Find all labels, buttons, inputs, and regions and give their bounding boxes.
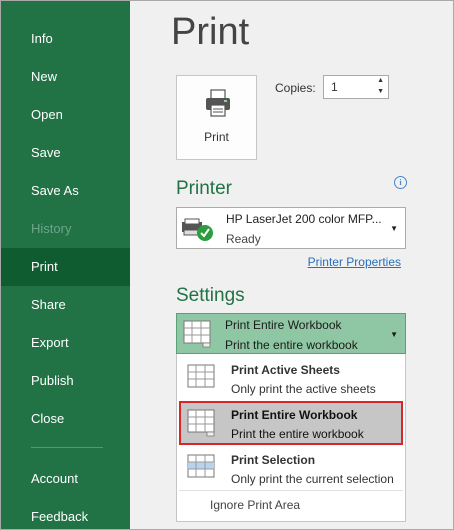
printer-ready-icon bbox=[182, 218, 213, 241]
sidebar-item-close[interactable]: Close bbox=[1, 400, 130, 438]
printer-properties-link[interactable]: Printer Properties bbox=[308, 255, 401, 269]
sidebar-item-history: History bbox=[31, 221, 72, 236]
copies-stepper[interactable]: 1 ▲ ▼ bbox=[323, 75, 389, 99]
option-title: Print Selection bbox=[231, 453, 316, 467]
sidebar-item-open[interactable]: Open bbox=[1, 96, 130, 134]
copies-label: Copies: bbox=[275, 81, 316, 95]
sidebar-item-save[interactable]: Save bbox=[1, 134, 130, 172]
sheet-icon bbox=[187, 364, 215, 388]
decrement-icon[interactable]: ▼ bbox=[377, 88, 384, 95]
workbook-icon bbox=[187, 409, 215, 437]
print-what-dropdown[interactable]: Print Entire Workbook Print the entire w… bbox=[176, 313, 406, 354]
printer-section-title: Printer bbox=[176, 178, 232, 199]
sidebar-item-new[interactable]: New bbox=[1, 58, 130, 96]
selection-icon bbox=[187, 454, 215, 478]
sidebar-divider bbox=[31, 447, 103, 448]
print-what-menu: Print Active Sheets Only print the activ… bbox=[176, 354, 406, 522]
option-title: Print Entire Workbook bbox=[231, 408, 358, 422]
option-desc: Only print the current selection bbox=[231, 472, 394, 486]
sidebar-item-feedback[interactable]: Feedback bbox=[1, 498, 130, 529]
print-backstage-window: Info New Open Save Save As History Print… bbox=[0, 0, 454, 530]
chevron-down-icon[interactable]: ▼ bbox=[390, 224, 398, 233]
printer-dropdown[interactable]: HP LaserJet 200 color MFP... Ready ▼ bbox=[176, 207, 406, 249]
workbook-icon bbox=[183, 320, 211, 348]
backstage-sidebar: Info New Open Save Save As History Print… bbox=[1, 1, 130, 529]
printer-name: HP LaserJet 200 color MFP... bbox=[226, 212, 382, 226]
print-button-label: Print bbox=[204, 130, 229, 144]
print-button[interactable]: Print bbox=[176, 75, 257, 160]
printer-icon bbox=[206, 89, 230, 117]
settings-section-title: Settings bbox=[176, 285, 245, 306]
option-desc: Print the entire workbook bbox=[231, 427, 364, 441]
menu-divider bbox=[179, 490, 403, 491]
page-title: Print bbox=[171, 11, 250, 53]
sidebar-item-print[interactable]: Print bbox=[1, 248, 130, 286]
sidebar-item-publish[interactable]: Publish bbox=[1, 362, 130, 400]
sidebar-item-account[interactable]: Account bbox=[1, 460, 130, 498]
option-desc: Only print the active sheets bbox=[231, 382, 376, 396]
option-title: Print Active Sheets bbox=[231, 363, 340, 377]
info-icon[interactable]: i bbox=[394, 176, 407, 189]
sidebar-item-share[interactable]: Share bbox=[1, 286, 130, 324]
increment-icon[interactable]: ▲ bbox=[377, 77, 384, 84]
chevron-down-icon[interactable]: ▼ bbox=[390, 330, 398, 339]
menu-item-print-entire-workbook[interactable]: Print Entire Workbook Print the entire w… bbox=[179, 401, 403, 445]
sidebar-item-info[interactable]: Info bbox=[1, 20, 130, 58]
sidebar-item-export[interactable]: Export bbox=[1, 324, 130, 362]
ignore-print-area-option[interactable]: Ignore Print Area bbox=[210, 498, 300, 512]
selected-option-desc: Print the entire workbook bbox=[225, 338, 358, 352]
print-main-panel: Print Print Copies: 1 ▲ ▼ Printer i HP L… bbox=[130, 1, 453, 529]
copies-value[interactable]: 1 bbox=[331, 80, 338, 94]
menu-item-print-selection[interactable]: Print Selection Only print the current s… bbox=[177, 446, 405, 490]
selected-option-title: Print Entire Workbook bbox=[225, 318, 342, 332]
printer-status: Ready bbox=[226, 232, 261, 246]
sidebar-item-save-as[interactable]: Save As bbox=[1, 172, 130, 210]
menu-item-print-active-sheets[interactable]: Print Active Sheets Only print the activ… bbox=[177, 356, 405, 400]
